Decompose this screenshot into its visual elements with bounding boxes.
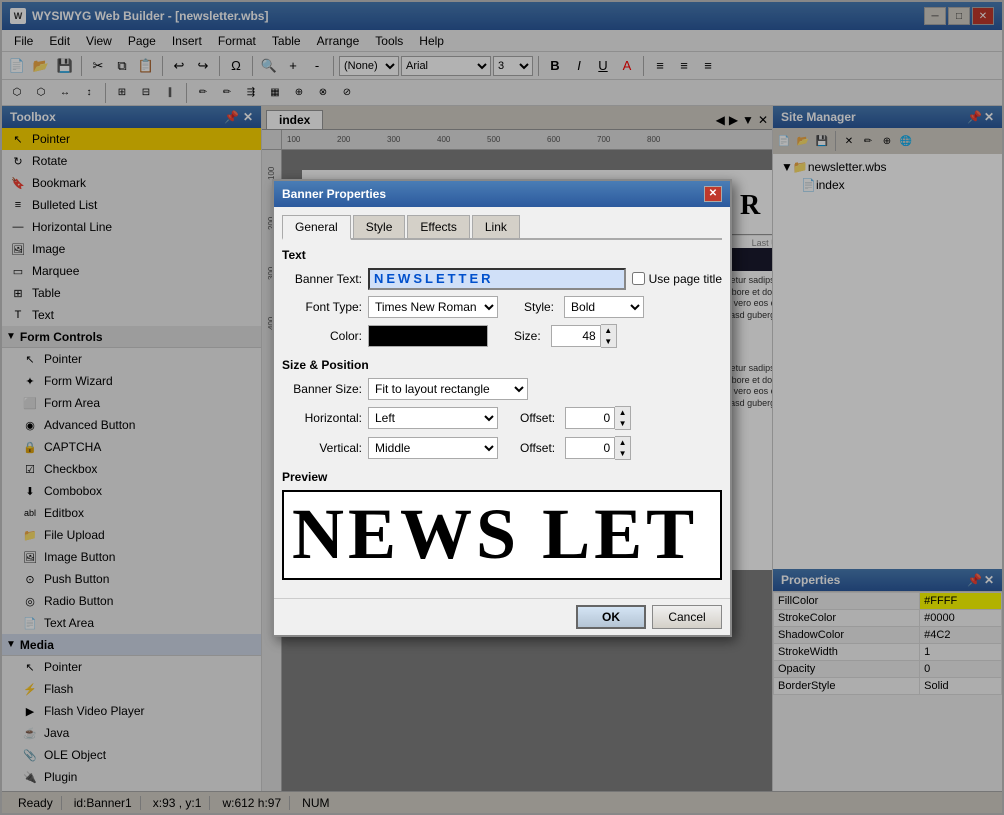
size-input[interactable]: [551, 325, 601, 347]
modal-text-section: Text Banner Text: Use page title Font Ty…: [282, 248, 722, 348]
size-label-text: Size:: [514, 329, 541, 343]
modal-title-bar: Banner Properties ✕: [274, 181, 730, 207]
banner-text-row: Banner Text: Use page title: [282, 268, 722, 290]
main-window: W WYSIWYG Web Builder - [newsletter.wbs]…: [0, 0, 1004, 815]
size-spinner: ▲ ▼: [551, 324, 617, 348]
banner-properties-modal: Banner Properties ✕ General Style Effect…: [272, 179, 732, 637]
style-label-text: Style:: [524, 300, 554, 314]
modal-body: General Style Effects Link Text Banner T…: [274, 207, 730, 598]
ok-button[interactable]: OK: [576, 605, 646, 629]
use-page-title-label: Use page title: [632, 272, 722, 286]
modal-overlay: Banner Properties ✕ General Style Effect…: [2, 2, 1002, 813]
spin-down-button[interactable]: ▼: [601, 336, 616, 347]
spin-down-v[interactable]: ▼: [615, 448, 630, 459]
banner-text-input[interactable]: [368, 268, 626, 290]
modal-close-button[interactable]: ✕: [704, 186, 722, 202]
color-row: Color: Size: ▲ ▼: [282, 324, 722, 348]
offset-label-h: Offset:: [520, 411, 555, 425]
offset-v-spinner: ▲ ▼: [565, 436, 631, 460]
use-page-title-checkbox[interactable]: [632, 272, 645, 285]
offset-h-input[interactable]: [565, 407, 615, 429]
font-type-row: Font Type: Times New Roman Arial Verdana…: [282, 296, 722, 318]
modal-tab-style[interactable]: Style: [353, 215, 406, 238]
cancel-button[interactable]: Cancel: [652, 605, 722, 629]
color-picker[interactable]: [368, 325, 488, 347]
vertical-select[interactable]: Middle Top Bottom: [368, 437, 498, 459]
spin-up-h[interactable]: ▲: [615, 407, 630, 418]
horizontal-select[interactable]: Left Center Right: [368, 407, 498, 429]
modal-footer: OK Cancel: [274, 598, 730, 635]
modal-title-text: Banner Properties: [282, 187, 386, 201]
use-page-title-text: Use page title: [649, 272, 722, 286]
modal-preview-section: Preview NEWS LET: [282, 470, 722, 580]
font-type-select[interactable]: Times New Roman Arial Verdana: [368, 296, 498, 318]
modal-text-title: Text: [282, 248, 722, 262]
spin-arrows-h: ▲ ▼: [615, 406, 631, 430]
font-style-select[interactable]: Bold Regular Italic: [564, 296, 644, 318]
banner-size-select[interactable]: Fit to layout rectangle Custom Full widt…: [368, 378, 528, 400]
modal-tabs: General Style Effects Link: [282, 215, 722, 240]
offset-v-input[interactable]: [565, 437, 615, 459]
horizontal-row: Horizontal: Left Center Right Offset: ▲ …: [282, 406, 722, 430]
banner-preview: NEWS LET: [282, 490, 722, 580]
modal-tab-general[interactable]: General: [282, 215, 351, 240]
vertical-label: Vertical:: [282, 441, 362, 455]
banner-text-label: Banner Text:: [282, 272, 362, 286]
modal-size-section: Size & Position Banner Size: Fit to layo…: [282, 358, 722, 460]
spin-up-v[interactable]: ▲: [615, 437, 630, 448]
offset-label-v: Offset:: [520, 441, 555, 455]
modal-preview-title: Preview: [282, 470, 722, 484]
modal-tab-effects[interactable]: Effects: [407, 215, 469, 238]
banner-preview-text: NEWS LET: [292, 493, 698, 576]
spin-arrows: ▲ ▼: [601, 324, 617, 348]
vertical-row: Vertical: Middle Top Bottom Offset: ▲ ▼: [282, 436, 722, 460]
horizontal-label: Horizontal:: [282, 411, 362, 425]
color-label-text: Color:: [282, 329, 362, 343]
spin-up-button[interactable]: ▲: [601, 325, 616, 336]
spin-arrows-v: ▲ ▼: [615, 436, 631, 460]
modal-size-title: Size & Position: [282, 358, 722, 372]
spin-down-h[interactable]: ▼: [615, 418, 630, 429]
modal-tab-link[interactable]: Link: [472, 215, 520, 238]
font-type-label: Font Type:: [282, 300, 362, 314]
banner-size-label: Banner Size:: [282, 382, 362, 396]
offset-h-spinner: ▲ ▼: [565, 406, 631, 430]
banner-size-row: Banner Size: Fit to layout rectangle Cus…: [282, 378, 722, 400]
